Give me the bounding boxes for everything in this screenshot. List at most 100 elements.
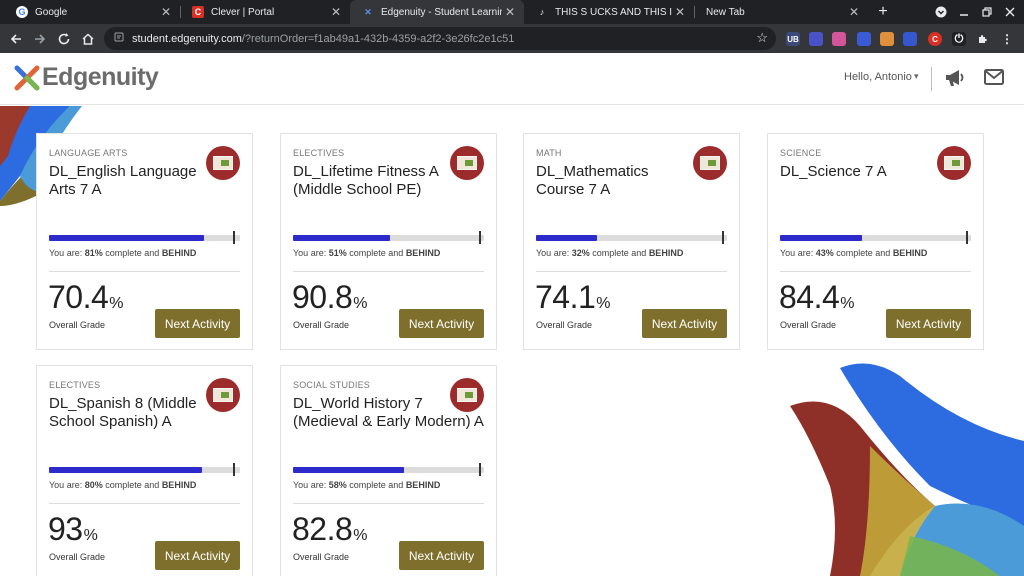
overall-grade-label: Overall Grade — [293, 320, 350, 330]
folder-ext-icon[interactable] — [880, 32, 894, 46]
card-divider — [293, 271, 484, 272]
overall-grade-label: Overall Grade — [780, 320, 837, 330]
next-activity-button[interactable]: Next Activity — [155, 541, 240, 570]
course-card: SCIENCE DL_Science 7 A You are: 43% comp… — [767, 133, 984, 350]
back-arrow-icon[interactable] — [6, 29, 26, 49]
ublock-icon[interactable]: UB — [786, 32, 800, 46]
course-subject: ELECTIVES — [49, 380, 101, 390]
overall-grade-label: Overall Grade — [49, 320, 106, 330]
progress-bar — [780, 231, 971, 244]
tab-title: Google — [35, 6, 68, 18]
close-tab-icon[interactable]: ✕ — [158, 5, 174, 19]
overall-grade-label: Overall Grade — [293, 552, 350, 562]
bookmark-star-icon[interactable]: ☆ — [756, 30, 768, 46]
close-tab-icon[interactable]: ✕ — [502, 5, 518, 19]
progress-status: You are: 58% complete and BEHIND — [293, 480, 441, 490]
browser-tab-edgenuity[interactable]: ✕ Edgenuity - Student Learning E ✕ — [350, 0, 524, 24]
arrow-ext-icon[interactable] — [857, 32, 871, 46]
progress-fill — [49, 467, 202, 473]
progress-fill — [293, 235, 391, 241]
course-card: ELECTIVES DL_Lifetime Fitness A (Middle … — [280, 133, 497, 350]
power-ext-icon[interactable]: ⏻ — [952, 32, 966, 46]
course-title[interactable]: DL_Science 7 A — [780, 163, 940, 181]
restore-icon[interactable] — [976, 0, 998, 24]
overall-grade-value: 93% — [48, 511, 98, 547]
course-card: MATH DL_Mathematics Course 7 A You are: … — [523, 133, 740, 350]
google-icon: G — [16, 6, 28, 18]
course-title[interactable]: DL_English Language Arts 7 A — [49, 163, 209, 199]
browser-tab-strip: G Google ✕ C Clever | Portal ✕ ✕ Edgenui… — [0, 0, 1024, 24]
next-activity-button[interactable]: Next Activity — [886, 309, 971, 338]
new-tab-button[interactable]: + — [874, 0, 892, 24]
puzzle-ext-icon[interactable] — [976, 32, 990, 46]
course-title[interactable]: DL_Mathematics Course 7 A — [536, 163, 696, 199]
progress-bar — [49, 231, 240, 244]
next-activity-button[interactable]: Next Activity — [399, 309, 484, 338]
address-bar[interactable]: student.edgenuity.com/?returnOrder=f1ab4… — [104, 27, 776, 50]
bookmark-ext-icon[interactable] — [809, 32, 823, 46]
home-icon[interactable] — [78, 29, 98, 49]
progress-status: You are: 43% complete and BEHIND — [780, 248, 928, 258]
progress-status: You are: 51% complete and BEHIND — [293, 248, 441, 258]
course-computer-icon — [937, 146, 971, 180]
progress-status: You are: 81% complete and BEHIND — [49, 248, 197, 258]
browser-tab-new-tab[interactable]: New Tab ✕ — [694, 0, 868, 24]
target-marker — [722, 231, 725, 244]
browser-toolbar: student.edgenuity.com/?returnOrder=f1ab4… — [0, 24, 1024, 53]
browser-menu-icon[interactable]: ⋮ — [1000, 32, 1014, 46]
edgenuity-logo[interactable]: Edgenuity — [14, 63, 159, 92]
next-activity-button[interactable]: Next Activity — [642, 309, 727, 338]
target-marker — [479, 463, 482, 476]
overall-grade-value: 70.4% — [48, 279, 124, 315]
url-host: student.edgenuity.com — [132, 32, 242, 45]
edgenuity-x-logo-icon — [14, 65, 40, 90]
app-header: Edgenuity Hello, Antonio ▾ — [0, 53, 1024, 105]
megaphone-icon[interactable] — [944, 68, 966, 93]
course-computer-icon — [450, 146, 484, 180]
close-window-icon[interactable] — [999, 0, 1021, 24]
close-tab-icon[interactable]: ✕ — [328, 5, 344, 19]
browser-tab-clever[interactable]: C Clever | Portal ✕ — [180, 0, 350, 24]
progress-fill — [293, 467, 404, 473]
course-card: LANGUAGE ARTS DL_English Language Arts 7… — [36, 133, 253, 350]
course-computer-icon — [693, 146, 727, 180]
course-card: SOCIAL STUDIES DL_World History 7 (Medie… — [280, 365, 497, 576]
overall-grade-label: Overall Grade — [49, 552, 106, 562]
close-tab-icon[interactable]: ✕ — [846, 5, 862, 19]
card-divider — [536, 271, 727, 272]
course-title[interactable]: DL_Lifetime Fitness A (Middle School PE) — [293, 163, 453, 199]
progress-bar — [49, 463, 240, 476]
next-activity-button[interactable]: Next Activity — [399, 541, 484, 570]
course-dashboard: LANGUAGE ARTS DL_English Language Arts 7… — [0, 106, 1024, 576]
minimize-icon[interactable] — [953, 0, 975, 24]
music-note-icon: ♪ — [539, 7, 545, 17]
course-title[interactable]: DL_Spanish 8 (Middle School Spanish) A — [49, 395, 209, 431]
blue-ext-icon[interactable] — [903, 32, 917, 46]
clever-ext-icon[interactable]: C — [928, 32, 942, 46]
chevron-down-icon[interactable]: ▾ — [914, 71, 919, 82]
mail-icon[interactable] — [984, 69, 1004, 90]
target-marker — [479, 231, 482, 244]
next-activity-button[interactable]: Next Activity — [155, 309, 240, 338]
course-subject: ELECTIVES — [293, 148, 345, 158]
progress-fill — [536, 235, 598, 241]
card-divider — [49, 503, 240, 504]
tab-search-icon[interactable] — [930, 0, 952, 24]
overall-grade-value: 84.4% — [779, 279, 855, 315]
course-subject: MATH — [536, 148, 562, 158]
progress-status: You are: 80% complete and BEHIND — [49, 480, 197, 490]
pink-ext-icon[interactable] — [832, 32, 846, 46]
close-tab-icon[interactable]: ✕ — [672, 5, 688, 19]
overall-grade-value: 74.1% — [535, 279, 611, 315]
user-greeting[interactable]: Hello, Antonio — [844, 71, 912, 83]
clever-icon: C — [192, 6, 204, 18]
overall-grade-value: 82.8% — [292, 511, 368, 547]
reload-icon[interactable] — [54, 29, 74, 49]
browser-tab-music[interactable]: ♪ THIS S UCKS AND THIS IBOSS ✕ — [524, 0, 694, 24]
forward-arrow-icon[interactable] — [30, 29, 50, 49]
browser-tab-google[interactable]: G Google ✕ — [4, 0, 180, 24]
card-divider — [293, 503, 484, 504]
page-info-icon[interactable] — [114, 32, 124, 45]
progress-fill — [49, 235, 204, 241]
progress-bar — [293, 463, 484, 476]
